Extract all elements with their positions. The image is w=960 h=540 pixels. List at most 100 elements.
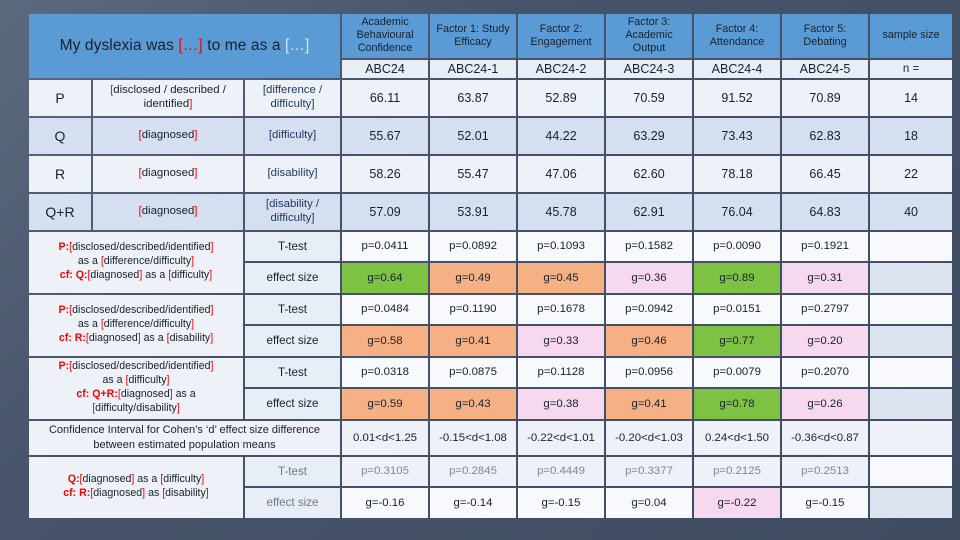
comparison-0-p-blank [870, 231, 953, 261]
comparison-1-ttest-label: T-test [245, 294, 341, 324]
group-desc1-2: [diagnosed] [93, 155, 243, 192]
comparison-2-g-4: g=0.78 [694, 388, 781, 419]
group-row-P: P [disclosed / described / identified] [di… [29, 79, 953, 116]
group-key-1: Q [29, 117, 91, 154]
column-code-6: n = [870, 59, 953, 78]
column-header-6: sample size [870, 14, 953, 58]
group-key-3: Q+R [29, 193, 91, 230]
last-comparison-0-p-1: p=0.2845 [430, 456, 517, 486]
group-1-value-4: 73.43 [694, 117, 781, 154]
comparison-0-g-0: g=0.64 [342, 262, 429, 293]
comparison-0-g-blank [870, 262, 953, 293]
comparison-2-g-1: g=0.43 [430, 388, 517, 419]
comparison-2-key-2: cf: Q+R: [76, 388, 118, 401]
comparison-2-ttest-label: T-test [245, 357, 341, 387]
last-comparison-0-effect-label: effect size [245, 487, 341, 518]
group-1-value-5: 62.83 [782, 117, 869, 154]
group-0-value-5: 70.89 [782, 79, 869, 116]
comparison-2-g-2: g=0.38 [518, 388, 605, 419]
title-red-placeholder: […] [178, 36, 203, 54]
comparison-1-effect-label: effect size [245, 325, 341, 356]
group-row-R: R [diagnosed] [disability] 58.26 55.47 47.06 6… [29, 155, 953, 192]
comparison-1-p-blank [870, 294, 953, 324]
group-row-Q+R: Q+R [diagnosed] [disability / difficulty] 5… [29, 193, 953, 230]
group-2-value-5: 66.45 [782, 155, 869, 192]
group-3-value-0: 57.09 [342, 193, 429, 230]
comparison-2-p-0: p=0.0318 [342, 357, 429, 387]
comparison-2-g-0: g=0.59 [342, 388, 429, 419]
comparison-2-label: P:[disclosed/described/identified] as a [… [29, 357, 243, 419]
group-desc2-1: [difficulty] [245, 117, 341, 154]
comparison-1-key-2: cf: R: [58, 332, 86, 344]
column-header-4: Factor 4: Attendance [694, 14, 781, 58]
group-desc1-0: [disclosed / described / identified] [93, 79, 243, 116]
group-2-value-4: 78.18 [694, 155, 781, 192]
comparison-2-p-4: p=0.0079 [694, 357, 781, 387]
column-header-0: Academic Behavioural Confidence [342, 14, 429, 58]
last-comparison-0-g-0: g=-0.16 [342, 487, 429, 518]
last-comparison-0-ttest-label: T-test [245, 456, 341, 486]
title-pale-placeholder: […] [284, 36, 310, 54]
group-3-sample-size: 40 [870, 193, 953, 230]
group-3-value-1: 53.91 [430, 193, 517, 230]
comparison-0-g-1: g=0.49 [430, 262, 517, 293]
comparison-0-effect-label: effect size [245, 262, 341, 293]
last-comparison-0-p-3: p=0.3377 [606, 456, 693, 486]
column-code-0: ABC24 [342, 59, 429, 78]
comparison-1-g-4: g=0.77 [694, 325, 781, 356]
comparison-0-label: P:[disclosed/described/identified] as a [… [29, 231, 243, 293]
comparison-1-key-0: P: [58, 304, 70, 317]
comparison-1-p-4: p=0.0151 [694, 294, 781, 324]
comparison-1-g-2: g=0.33 [518, 325, 605, 356]
group-desc1-3: [diagnosed] [93, 193, 243, 230]
comparison-1-g-5: g=0.20 [782, 325, 869, 356]
comparison-2-p-blank [870, 357, 953, 387]
last-comparison-0-p-0: p=0.3105 [342, 456, 429, 486]
confidence-interval-label: Confidence Interval for Cohen’s ‘d’ effe… [29, 420, 341, 455]
column-header-1: Factor 1: Study Efficacy [430, 14, 517, 58]
group-3-value-2: 45.78 [518, 193, 605, 230]
comparison-2-ttest-row: P:[disclosed/described/identified] as a [… [29, 357, 953, 419]
comparison-2-p-3: p=0.0956 [606, 357, 693, 387]
comparison-2-key-0: P: [58, 360, 70, 373]
slide-root: My dyslexia was […] to me as a […] Academ… [27, 12, 953, 528]
last-comparison-0-g-4: g=-0.22 [694, 487, 781, 518]
group-2-value-2: 47.06 [518, 155, 605, 192]
comparison-0-g-3: g=0.36 [606, 262, 693, 293]
group-desc2-2: [disability] [245, 155, 341, 192]
last-comparison-0-p-4: p=0.2125 [694, 456, 781, 486]
comparison-0-p-3: p=0.1582 [606, 231, 693, 261]
group-1-value-1: 52.01 [430, 117, 517, 154]
group-3-value-3: 62.91 [606, 193, 693, 230]
group-0-value-3: 70.59 [606, 79, 693, 116]
comparison-1-p-0: p=0.0484 [342, 294, 429, 324]
comparison-1-p-3: p=0.0942 [606, 294, 693, 324]
confidence-interval-value-4: 0.24<d<1.50 [694, 420, 781, 455]
column-code-1: ABC24-1 [430, 59, 517, 78]
comparison-0-ttest-label: T-test [245, 231, 341, 261]
group-1-value-3: 63.29 [606, 117, 693, 154]
comparison-1-g-blank [870, 325, 953, 356]
last-comparison-0-p-blank [870, 456, 953, 486]
comparison-0-p-2: p=0.1093 [518, 231, 605, 261]
group-1-value-0: 55.67 [342, 117, 429, 154]
last-comparison-0-g-blank [870, 487, 953, 518]
comparison-0-g-5: g=0.31 [782, 262, 869, 293]
group-0-value-1: 63.87 [430, 79, 517, 116]
confidence-interval-value-1: -0.15<d<1.08 [430, 420, 517, 455]
comparison-2-p-1: p=0.0875 [430, 357, 517, 387]
last-comparison-0-key-0: Q: [67, 473, 80, 486]
comparison-0-p-5: p=0.1921 [782, 231, 869, 261]
column-header-2: Factor 2: Engagement [518, 14, 605, 58]
comparison-2-g-3: g=0.41 [606, 388, 693, 419]
group-row-Q: Q [diagnosed] [difficulty] 55.67 52.01 44.22 6… [29, 117, 953, 154]
confidence-interval-value-5: -0.36<d<0.87 [782, 420, 869, 455]
comparison-0-p-4: p=0.0090 [694, 231, 781, 261]
comparison-1-g-1: g=0.41 [430, 325, 517, 356]
group-2-value-0: 58.26 [342, 155, 429, 192]
group-3-value-4: 76.04 [694, 193, 781, 230]
last-comparison-0-g-1: g=-0.14 [430, 487, 517, 518]
comparison-0-p-0: p=0.0411 [342, 231, 429, 261]
comparison-1-p-1: p=0.1190 [430, 294, 517, 324]
confidence-interval-value-2: -0.22<d<1.01 [518, 420, 605, 455]
